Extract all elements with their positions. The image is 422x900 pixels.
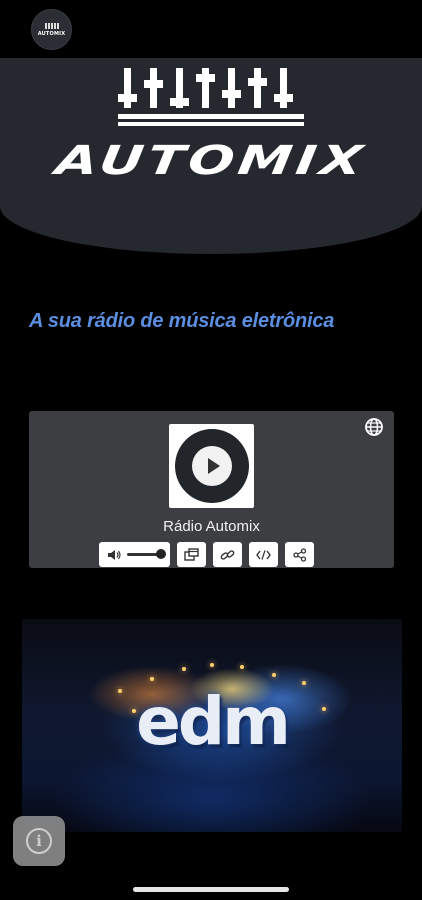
stage-light [272, 673, 276, 677]
station-name: Rádio Automix [163, 518, 260, 535]
edm-banner-image[interactable]: edm [22, 619, 402, 832]
code-icon [256, 549, 271, 560]
share-icon [292, 547, 306, 562]
play-icon [191, 446, 232, 486]
app-icon[interactable]: AUTOMIX [31, 9, 72, 50]
app-icon-label: AUTOMIX [37, 30, 66, 37]
volume-slider[interactable] [127, 549, 166, 559]
edm-logo-text: edm [136, 683, 291, 760]
play-button[interactable] [174, 429, 249, 503]
info-button[interactable]: i [13, 816, 65, 866]
volume-icon[interactable] [107, 548, 121, 562]
volume-slider-knob[interactable] [156, 549, 166, 559]
stage-light [240, 665, 244, 669]
info-icon: i [26, 828, 52, 854]
embed-code-button[interactable] [249, 542, 278, 567]
stage-light [210, 663, 214, 667]
station-cover [169, 424, 254, 508]
volume-control[interactable] [99, 542, 170, 567]
radio-player: Rádio Automix [29, 411, 394, 568]
link-button[interactable] [213, 542, 242, 567]
popout-button[interactable] [177, 542, 206, 567]
equalizer-mini-icon [44, 22, 59, 29]
equalizer-logo-icon [118, 68, 304, 126]
player-controls [99, 542, 314, 567]
popout-icon [184, 547, 199, 561]
tagline: A sua rádio de música eletrônica [29, 310, 335, 332]
stage-light [182, 667, 186, 671]
share-button[interactable] [285, 542, 314, 567]
globe-icon[interactable] [364, 417, 384, 437]
home-indicator[interactable] [133, 887, 289, 892]
link-icon [220, 549, 235, 560]
brand-title: AUTOMIX [52, 138, 370, 184]
stage-light [150, 677, 154, 681]
